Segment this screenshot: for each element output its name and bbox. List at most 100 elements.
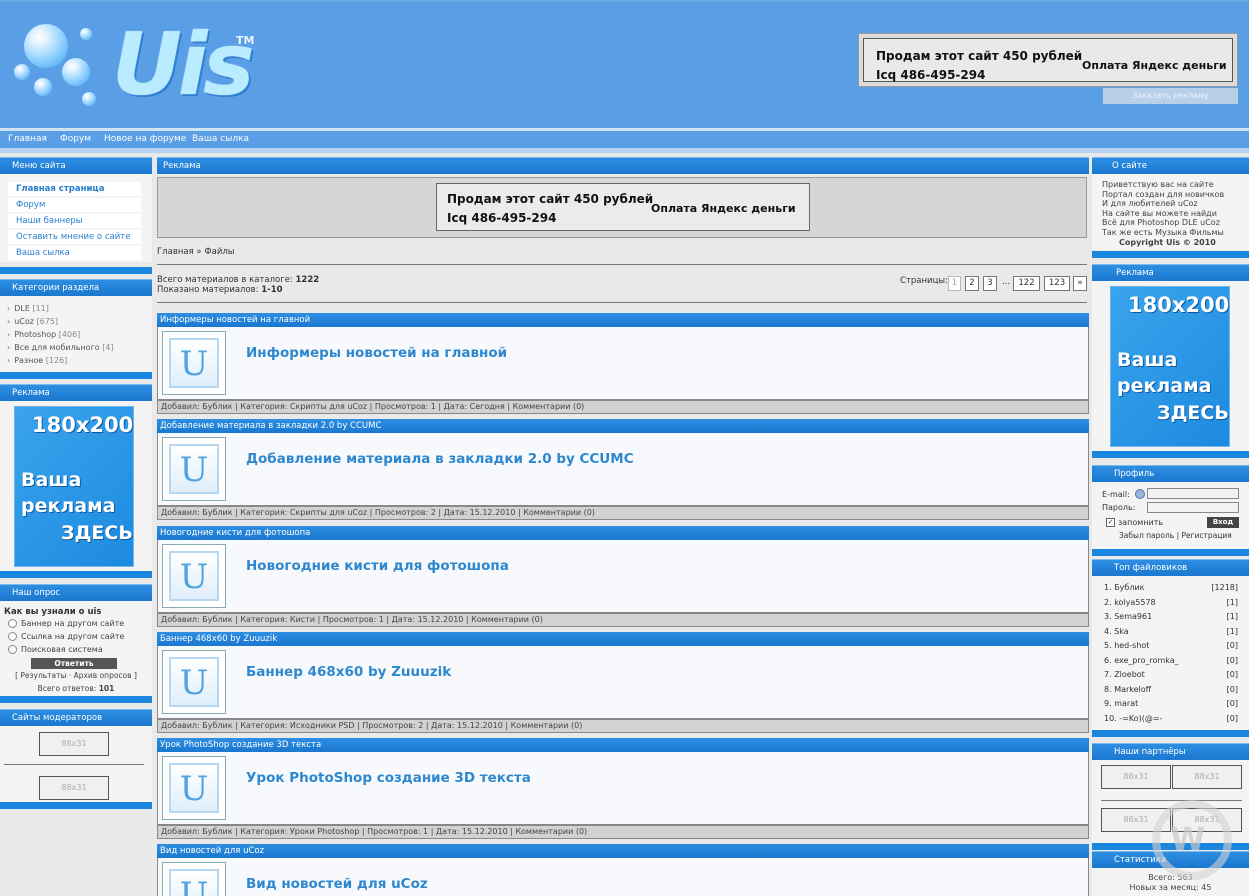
page-2[interactable]: 2 [965, 276, 979, 291]
page-3[interactable]: 3 [983, 276, 997, 291]
category-item[interactable]: › Photoshop [406] [7, 330, 80, 339]
ad-line2: Icq 486-495-294 [447, 211, 557, 225]
login-button[interactable]: Вход [1207, 517, 1239, 528]
nav-forum[interactable]: Форум [60, 134, 91, 144]
page-122[interactable]: 122 [1013, 276, 1040, 291]
category-count: [11] [32, 304, 49, 313]
uploader-count: [0] [1226, 641, 1238, 650]
nav-your-link[interactable]: Ваша сылка [192, 134, 249, 144]
rank: 7. [1104, 670, 1112, 679]
nav-forum-new[interactable]: Новое на форуме [104, 134, 186, 144]
top-uploader-row[interactable]: 9. marat [0] [1104, 699, 1238, 708]
page-next[interactable]: » [1073, 276, 1087, 291]
entry-heading[interactable]: Новогодние кисти для фотошопа [246, 558, 509, 574]
entry-title-link[interactable]: Новогодние кисти для фотошопа [157, 526, 1089, 540]
category-item[interactable]: › Разное [126] [7, 356, 67, 365]
partner-button-88x31[interactable]: 88x31 [1172, 765, 1242, 789]
entry-title-link[interactable]: Вид новостей для uCoz [157, 844, 1089, 858]
entry-title-link[interactable]: Добавление материала в закладки 2.0 by C… [157, 419, 1089, 433]
ad-banner-180x200[interactable]: 180x200 Ваша реклама ЗДЕСЬ [1110, 286, 1230, 447]
radio-icon[interactable] [8, 632, 17, 641]
entry-heading[interactable]: Баннер 468х60 by Zuuuzik [246, 664, 451, 680]
entry-thumbnail[interactable]: U [162, 756, 226, 820]
page-1[interactable]: 1 [948, 276, 961, 291]
poll-option[interactable]: Ссылка на другом сайте [8, 632, 124, 641]
entry-thumbnail-frame: U [169, 657, 219, 707]
check-icon[interactable]: ✓ [1106, 518, 1115, 527]
uploader-count: [1] [1226, 626, 1238, 636]
partner-button-88x31[interactable]: 88x31 [1101, 765, 1171, 789]
entry-thumbnail[interactable]: U [162, 331, 226, 395]
poll-option[interactable]: Поисковая система [8, 645, 103, 654]
banner-line1: Ваша [21, 469, 82, 491]
uploader-name: Sema961 [1114, 612, 1153, 621]
entry-thumbnail-frame: U [169, 869, 219, 896]
top-uploader-row[interactable]: 1. Бублик [1218] [1104, 583, 1238, 592]
entry-heading[interactable]: Информеры новостей на главной [246, 345, 507, 361]
bullet-icon: › [7, 356, 11, 365]
forgot-register-links[interactable]: Забыл пароль | Регистрация [1119, 531, 1232, 540]
top-uploader-row[interactable]: 8. Markeloff [0] [1104, 685, 1238, 694]
header-ad-banner[interactable]: Продам этот сайт 450 рублей Icq 486-495-… [858, 33, 1238, 87]
poll-submit-button[interactable]: Ответить [31, 658, 117, 669]
poll-links[interactable]: [ Результаты · Архив опросов ] [0, 671, 152, 680]
block-title-moderators: Сайты модераторов [0, 709, 152, 726]
radio-icon[interactable] [8, 619, 17, 628]
top-uploader-row[interactable]: 10. -=Ko)(@=- [0] [1104, 714, 1238, 723]
entry-heading[interactable]: Урок PhotoShop создание 3D текста [246, 770, 531, 786]
entry-title-link[interactable]: Информеры новостей на главной [157, 313, 1089, 327]
nav-home[interactable]: Главная [8, 134, 47, 144]
password-field[interactable] [1147, 502, 1239, 513]
entry-thumbnail[interactable]: U [162, 437, 226, 501]
top-uploader-row[interactable]: 3. Sema961 [1] [1104, 612, 1238, 621]
uploader-count: [1] [1226, 597, 1238, 607]
rank: 8. [1104, 684, 1112, 694]
bubble-icon [34, 78, 52, 96]
top-uploader-row[interactable]: 4. Ska [1] [1104, 627, 1238, 636]
entry-thumbnail[interactable]: U [162, 650, 226, 714]
top-uploader-row[interactable]: 6. exe_pro_romka_ [0] [1104, 656, 1238, 665]
block-footer [0, 571, 152, 578]
remember-checkbox[interactable]: ✓ запомнить [1106, 518, 1163, 527]
category-item[interactable]: › uCoz [675] [7, 317, 58, 326]
moderator-button-88x31[interactable]: 88x31 [39, 776, 109, 800]
page-123[interactable]: 123 [1044, 276, 1070, 291]
menu-item-your-link[interactable]: Ваша сылка [8, 246, 141, 260]
entry-thumbnail[interactable]: U [162, 862, 226, 896]
order-ad-link[interactable]: Заказать рекламу [1103, 88, 1238, 104]
block-footer [0, 696, 152, 703]
uploader-name: -=Ko)(@=- [1119, 713, 1163, 723]
breadcrumb[interactable]: Главная » Файлы [157, 247, 235, 257]
top-uploader-row[interactable]: 7. Zloebot [0] [1104, 670, 1238, 679]
divider [157, 302, 1087, 303]
entry-meta: Добавил: Бублик | Категория: Скрипты для… [157, 400, 1089, 414]
entry-heading[interactable]: Вид новостей для uCoz [246, 876, 428, 892]
poll-option[interactable]: Баннер на другом сайте [8, 619, 124, 628]
password-label: Пароль: [1102, 503, 1136, 512]
entry-title-link[interactable]: Урок PhotoShop создание 3D текста [157, 738, 1089, 752]
entry-title-link[interactable]: Баннер 468х60 by Zuuuzik [157, 632, 1089, 646]
radio-icon[interactable] [8, 645, 17, 654]
email-field[interactable] [1147, 488, 1239, 499]
banner-line3: ЗДЕСЬ [61, 522, 133, 544]
uploader-count: [1218] [1211, 583, 1238, 592]
top-uploader-row[interactable]: 2. kolya5578 [1] [1104, 598, 1238, 607]
menu-item-home[interactable]: Главная страница [8, 182, 141, 196]
menu-item-forum[interactable]: Форум [8, 198, 141, 212]
entry-thumbnail[interactable]: U [162, 544, 226, 608]
ad-banner-180x200[interactable]: 180x200 Ваша реклама ЗДЕСЬ [14, 406, 134, 567]
uploader-count: [0] [1226, 655, 1238, 665]
menu-item-banners[interactable]: Наши баннеры [8, 214, 141, 228]
moderator-button-88x31[interactable]: 88x31 [39, 732, 109, 756]
page-ellipsis: ... [1001, 277, 1011, 287]
menu-item-feedback[interactable]: Оставить мнение о сайте [8, 230, 141, 244]
entry-heading[interactable]: Добавление материала в закладки 2.0 by C… [246, 451, 634, 467]
thumb-letter: U [179, 875, 209, 896]
center-ad-area: Продам этот сайт 450 рублей Icq 486-495-… [157, 177, 1087, 238]
center-ad-banner[interactable]: Продам этот сайт 450 рублей Icq 486-495-… [436, 183, 810, 231]
category-item[interactable]: › Все для мобильного [4] [7, 343, 114, 352]
top-uploader-row[interactable]: 5. hed-shot [0] [1104, 641, 1238, 650]
category-item[interactable]: › DLE [11] [7, 304, 49, 313]
openid-icon[interactable] [1135, 489, 1145, 499]
site-logo[interactable]: Uis TM [14, 20, 264, 120]
